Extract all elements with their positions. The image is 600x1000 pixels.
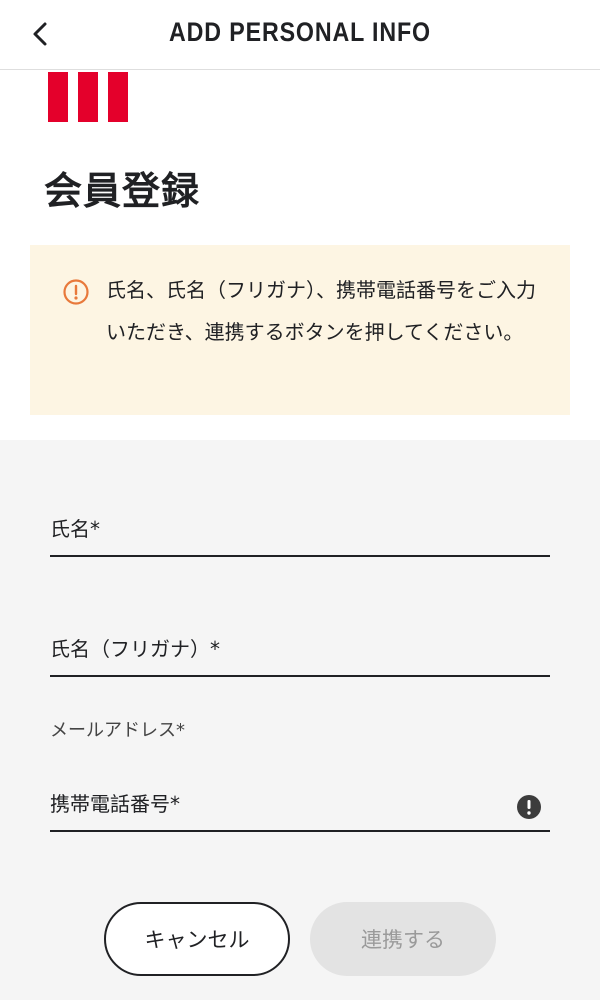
name-kana-field[interactable]: 氏名（フリガナ）*	[50, 615, 550, 677]
name-kana-field-label: 氏名（フリガナ）*	[50, 637, 220, 661]
logo-stripe	[48, 72, 68, 122]
exclamation-circle-icon	[517, 795, 541, 819]
info-circle-icon	[63, 279, 89, 305]
logo-stripe	[108, 72, 128, 122]
logo-stripe	[78, 72, 98, 122]
phone-field[interactable]: 携帯電話番号*	[50, 770, 550, 832]
email-field-label: メールアドレス*	[50, 720, 185, 741]
link-button[interactable]: 連携する	[310, 902, 496, 976]
header: ADD PERSONAL INFO	[0, 0, 600, 70]
brand-logo	[48, 72, 138, 122]
phone-field-label: 携帯電話番号*	[50, 792, 180, 816]
header-title: ADD PERSONAL INFO	[169, 17, 431, 47]
notice-text: 氏名、氏名（フリガナ）、携帯電話番号をご入力いただき、連携するボタンを押してくだ…	[106, 278, 536, 344]
info-notice: 氏名、氏名（フリガナ）、携帯電話番号をご入力いただき、連携するボタンを押してくだ…	[30, 245, 570, 415]
cancel-button[interactable]: キャンセル	[104, 902, 290, 976]
name-field-label: 氏名*	[50, 517, 100, 541]
name-field[interactable]: 氏名*	[50, 495, 550, 557]
page-title: 会員登録	[44, 169, 201, 213]
